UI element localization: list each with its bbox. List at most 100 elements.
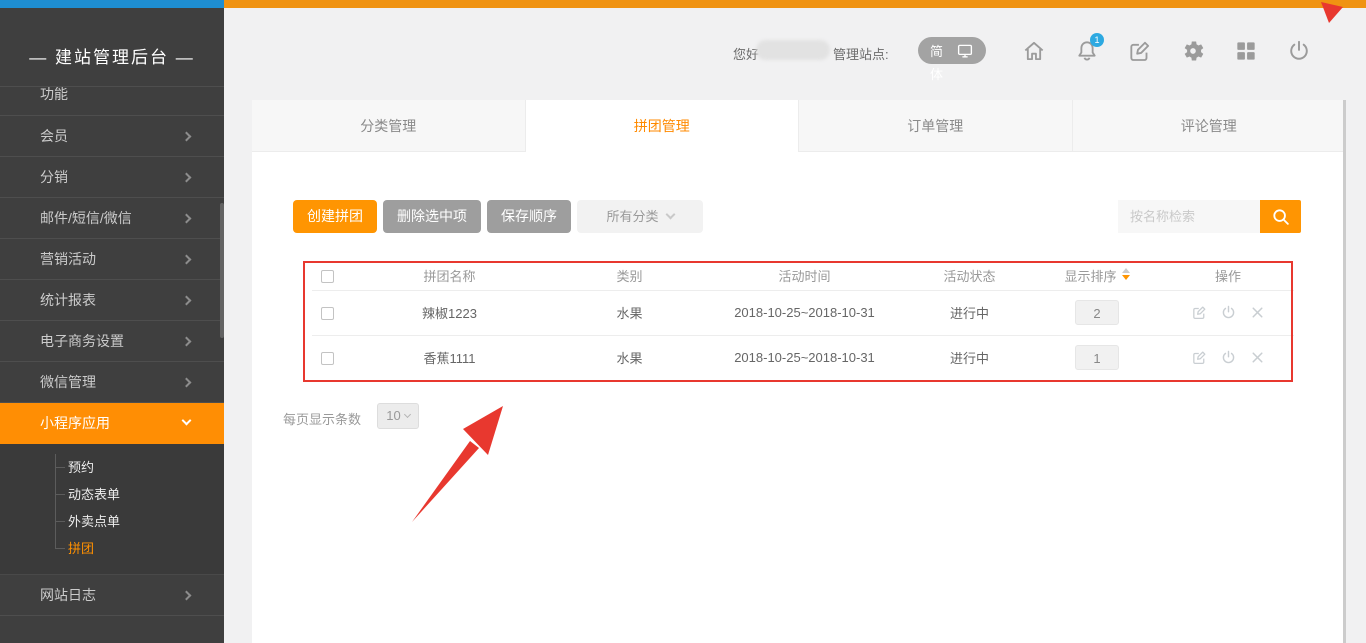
cell-status: 进行中 (907, 335, 1032, 380)
delete-x-icon[interactable] (1249, 349, 1266, 366)
submenu-item-takeout[interactable]: 外卖点单 (0, 508, 224, 535)
tree-line (55, 494, 65, 495)
chevron-right-icon (182, 337, 192, 347)
sidebar-item-label: 分销 (40, 169, 68, 185)
sidebar-item-marketing[interactable]: 营销活动 (0, 239, 224, 280)
cell-name: 香蕉1111 (342, 335, 557, 380)
submenu-item-group-buy[interactable]: 拼团 (0, 535, 224, 562)
row-checkbox[interactable] (321, 307, 334, 320)
groupbuy-table: 拼团名称 类别 活动时间 活动状态 显示排序 操作 辣椒1223 水果 2018… (312, 262, 1294, 380)
column-header-name: 拼团名称 (342, 262, 557, 290)
chevron-right-icon (182, 255, 192, 265)
monitor-icon (956, 42, 974, 60)
chevron-down-icon (182, 416, 192, 426)
column-header-sort[interactable]: 显示排序 (1032, 262, 1162, 290)
sidebar-item-ecommerce-settings[interactable]: 电子商务设置 (0, 321, 224, 362)
category-filter-label: 所有分类 (606, 209, 658, 224)
table-row: 香蕉1111 水果 2018-10-25~2018-10-31 进行中 1 (312, 335, 1294, 380)
sort-order-input[interactable]: 1 (1075, 345, 1119, 370)
tree-line (55, 467, 65, 468)
tab-groupbuy-management[interactable]: 拼团管理 (526, 100, 800, 152)
tab-order-management[interactable]: 订单管理 (799, 100, 1073, 152)
sidebar-item-distribution[interactable]: 分销 (0, 157, 224, 198)
topbar-blue-segment (0, 0, 224, 8)
sidebar-item-label: 功能 (40, 87, 68, 102)
manage-site-label: 管理站点: (833, 44, 889, 63)
column-header-category: 类别 (557, 262, 702, 290)
miniprogram-submenu: 预约 动态表单 外卖点单 拼团 (0, 444, 224, 575)
delete-selected-button[interactable]: 删除选中项 (383, 200, 481, 233)
delete-x-icon[interactable] (1249, 304, 1266, 321)
submenu-item-label: 拼团 (68, 541, 94, 556)
cell-status: 进行中 (907, 290, 1032, 335)
column-header-actions: 操作 (1162, 262, 1294, 290)
chevron-right-icon (182, 591, 192, 601)
sidebar: — 建站管理后台 — 功能 会员 分销 邮件/短信/微信 营销活动 (0, 8, 224, 643)
sidebar-item-clipped[interactable]: 功能 (0, 87, 224, 116)
edit-icon[interactable] (1191, 304, 1208, 321)
home-icon[interactable] (1021, 38, 1047, 64)
sidebar-item-label: 小程序应用 (40, 415, 110, 431)
page-size-dropdown[interactable]: 10 (377, 403, 419, 429)
sidebar-item-label: 统计报表 (40, 292, 96, 308)
chevron-right-icon (182, 378, 192, 388)
chevron-right-icon (182, 173, 192, 183)
search-button[interactable] (1260, 200, 1301, 233)
edit-icon[interactable] (1191, 349, 1208, 366)
submenu-item-label: 外卖点单 (68, 514, 120, 529)
select-all-checkbox[interactable] (321, 270, 334, 283)
edit-icon[interactable] (1127, 38, 1153, 64)
sidebar-item-label: 邮件/短信/微信 (40, 210, 132, 226)
sort-icon[interactable] (1122, 268, 1130, 280)
sidebar-scrollbar-thumb[interactable] (220, 203, 224, 338)
table-row: 辣椒1223 水果 2018-10-25~2018-10-31 进行中 2 (312, 290, 1294, 335)
sort-order-input[interactable]: 2 (1075, 300, 1119, 325)
power-toggle-icon[interactable] (1220, 304, 1237, 321)
cell-name: 辣椒1223 (342, 290, 557, 335)
sidebar-item-label: 网站日志 (40, 587, 96, 603)
greeting-text: 您好 (733, 44, 759, 63)
power-toggle-icon[interactable] (1220, 349, 1237, 366)
language-label: 简 (930, 41, 943, 60)
gear-icon[interactable] (1180, 38, 1206, 64)
sidebar-item-label: 会员 (40, 128, 68, 144)
submenu-item-label: 预约 (68, 460, 94, 475)
save-order-button[interactable]: 保存顺序 (487, 200, 571, 233)
page-scrollbar-thumb[interactable] (1343, 100, 1346, 643)
create-groupbuy-button[interactable]: 创建拼团 (293, 200, 377, 233)
tab-comment-management[interactable]: 评论管理 (1073, 100, 1346, 152)
language-switcher[interactable]: 简 (918, 37, 986, 64)
sidebar-item-site-logs[interactable]: 网站日志 (0, 575, 224, 616)
column-header-status: 活动状态 (907, 262, 1032, 290)
cell-time: 2018-10-25~2018-10-31 (702, 335, 907, 380)
sidebar-item-mail-sms-wechat[interactable]: 邮件/短信/微信 (0, 198, 224, 239)
sidebar-item-statistics[interactable]: 统计报表 (0, 280, 224, 321)
topbar-orange-segment (224, 0, 1366, 8)
tree-line (55, 521, 65, 522)
sidebar-item-label: 微信管理 (40, 374, 96, 390)
sidebar-item-miniprogram-apps[interactable]: 小程序应用 (0, 403, 224, 444)
sidebar-item-members[interactable]: 会员 (0, 116, 224, 157)
submenu-item-booking[interactable]: 预约 (0, 454, 224, 481)
cell-category: 水果 (557, 290, 702, 335)
search-input[interactable] (1118, 200, 1260, 233)
apps-grid-icon[interactable] (1233, 38, 1259, 64)
notification-badge: 1 (1090, 33, 1104, 47)
row-checkbox[interactable] (321, 352, 334, 365)
submenu-item-dynamic-form[interactable]: 动态表单 (0, 481, 224, 508)
category-filter-dropdown[interactable]: 所有分类 (577, 200, 703, 233)
sidebar-item-label: 营销活动 (40, 251, 96, 267)
cell-category: 水果 (557, 335, 702, 380)
bell-icon[interactable]: 1 (1074, 38, 1100, 64)
cell-time: 2018-10-25~2018-10-31 (702, 290, 907, 335)
tab-bar: 分类管理 拼团管理 订单管理 评论管理 (252, 100, 1345, 152)
content-card: 创建拼团 删除选中项 保存顺序 所有分类 拼团名称 类别 活动时间 活动状态 (252, 152, 1345, 643)
submenu-item-label: 动态表单 (68, 487, 120, 502)
admin-page: — 建站管理后台 — 功能 会员 分销 邮件/短信/微信 营销活动 (0, 0, 1366, 643)
tab-category-management[interactable]: 分类管理 (252, 100, 526, 152)
app-title: — 建站管理后台 — (0, 38, 224, 78)
username-redacted (756, 40, 830, 60)
sidebar-item-wechat-management[interactable]: 微信管理 (0, 362, 224, 403)
power-icon[interactable] (1286, 38, 1312, 64)
chevron-right-icon (182, 296, 192, 306)
